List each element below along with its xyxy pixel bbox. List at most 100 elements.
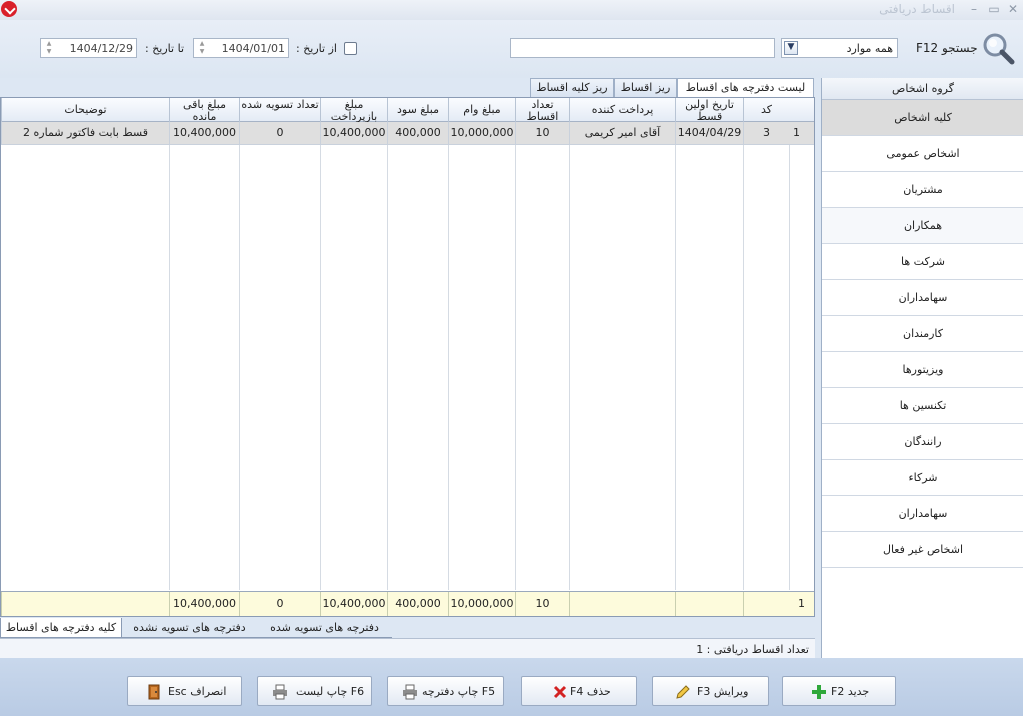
cell-remaining: 10,400,000 bbox=[169, 122, 239, 145]
book-filter-tabs: کلیه دفترچه های اقساط دفترچه های تسویه ن… bbox=[0, 618, 815, 638]
header-repay[interactable]: مبلغ بازپرداخت bbox=[320, 98, 387, 122]
title-bar: اقساط دریافتی – ▭ ✕ bbox=[0, 0, 1023, 20]
maximize-button[interactable]: ▭ bbox=[986, 1, 1002, 17]
sidebar-header: گروه اشخاص bbox=[822, 78, 1023, 100]
from-date-value: 1404/01/01 bbox=[221, 42, 285, 55]
footer-first-date bbox=[675, 592, 743, 616]
sidebar-item-partners[interactable]: شرکاء bbox=[822, 460, 1023, 496]
sidebar-item-all-persons[interactable]: کلیه اشخاص bbox=[822, 100, 1023, 136]
header-remaining[interactable]: مبلغ باقی مانده bbox=[169, 98, 239, 122]
header-count[interactable]: تعداد اقساط bbox=[515, 98, 569, 122]
footer-notes bbox=[1, 592, 169, 616]
close-button[interactable]: ✕ bbox=[1005, 1, 1021, 17]
sidebar-item-colleagues[interactable]: همکاران bbox=[822, 208, 1023, 244]
new-button-label: جدید F2 bbox=[831, 685, 870, 698]
date-filter-checkbox[interactable] bbox=[344, 42, 357, 55]
search-icon[interactable] bbox=[981, 31, 1015, 65]
sidebar-item-employees[interactable]: کارمندان bbox=[822, 316, 1023, 352]
window-title: اقساط دریافتی bbox=[879, 2, 955, 16]
footer-repay: 10,400,000 bbox=[320, 592, 387, 616]
cell-notes: قسط بابت فاکتور شماره 2 bbox=[1, 122, 169, 145]
footer-loan: 10,000,000 bbox=[448, 592, 515, 616]
print-book-button[interactable]: F5 چاپ دفترچه bbox=[387, 676, 504, 706]
person-group-sidebar: گروه اشخاص کلیه اشخاص اشخاص عمومی مشتریا… bbox=[821, 78, 1023, 658]
sidebar-item-visitors[interactable]: ویزیتورها bbox=[822, 352, 1023, 388]
table-row[interactable]: 1 ◀ 3 1404/04/29 آقای امیر کریمی 10 10,0… bbox=[1, 122, 814, 145]
tab-all-installment-details[interactable]: ریز کلیه اقساط bbox=[530, 78, 614, 98]
header-loan[interactable]: مبلغ وام bbox=[448, 98, 515, 122]
sidebar-item-shareholders-2[interactable]: سهامداران bbox=[822, 496, 1023, 532]
tab-unsettled-books[interactable]: دفترچه های تسویه نشده bbox=[122, 618, 257, 638]
search-scope-dropdown[interactable]: همه موارد ▼ bbox=[781, 38, 898, 58]
delete-button-label: حذف F4 bbox=[570, 685, 611, 698]
tab-installment-details[interactable]: ریز اقساط bbox=[614, 78, 677, 98]
pencil-icon bbox=[676, 685, 690, 699]
sidebar-item-drivers[interactable]: رانندگان bbox=[822, 424, 1023, 460]
status-bar: تعداد اقساط دریافتی : 1 bbox=[0, 638, 815, 658]
delete-x-icon bbox=[553, 685, 567, 699]
column-divider bbox=[675, 145, 676, 590]
column-divider bbox=[169, 145, 170, 590]
plus-icon bbox=[812, 685, 826, 699]
chevron-down-icon[interactable]: ▼ bbox=[784, 41, 798, 55]
minimize-button[interactable]: – bbox=[966, 1, 982, 17]
column-divider bbox=[569, 145, 570, 590]
search-label: جستجو F12 bbox=[916, 41, 978, 55]
delete-button[interactable]: حذف F4 bbox=[521, 676, 637, 706]
search-scope-value: همه موارد bbox=[846, 42, 893, 55]
header-code[interactable]: کد bbox=[743, 98, 789, 122]
column-divider bbox=[387, 145, 388, 590]
sidebar-item-technicians[interactable]: تکنسین ها bbox=[822, 388, 1023, 424]
sidebar-item-companies[interactable]: شرکت ها bbox=[822, 244, 1023, 280]
print-book-button-label: F5 چاپ دفترچه bbox=[422, 685, 496, 698]
to-date-value: 1404/12/29 bbox=[69, 42, 133, 55]
search-input[interactable] bbox=[510, 38, 775, 58]
printer-icon bbox=[273, 684, 287, 700]
cancel-button[interactable]: انصراف Esc bbox=[127, 676, 242, 706]
column-divider bbox=[239, 145, 240, 590]
footer-remaining: 10,400,000 bbox=[169, 592, 239, 616]
cancel-button-label: انصراف Esc bbox=[168, 685, 227, 698]
cell-loan: 10,000,000 bbox=[448, 122, 515, 145]
edit-button-label: ویرایش F3 bbox=[697, 685, 749, 698]
tab-settled-books[interactable]: دفترچه های تسویه شده bbox=[257, 618, 392, 638]
column-divider bbox=[448, 145, 449, 590]
sidebar-item-shareholders[interactable]: سهامداران bbox=[822, 280, 1023, 316]
footer-index: 1 bbox=[798, 597, 805, 610]
sidebar-item-general-persons[interactable]: اشخاص عمومی bbox=[822, 136, 1023, 172]
sidebar-item-inactive-persons[interactable]: اشخاص غیر فعال bbox=[822, 532, 1023, 568]
to-date-field[interactable]: ▲ ▼ 1404/12/29 bbox=[40, 38, 137, 58]
header-payer[interactable]: پرداخت کننده bbox=[569, 98, 675, 122]
from-date-field[interactable]: ▲ ▼ 1404/01/01 bbox=[193, 38, 289, 58]
grid-header: کد تاریخ اولین قسط پرداخت کننده تعداد اق… bbox=[1, 98, 814, 122]
app-logo-icon bbox=[1, 1, 17, 17]
edit-button[interactable]: ویرایش F3 bbox=[652, 676, 769, 706]
column-divider bbox=[743, 145, 744, 590]
print-list-button[interactable]: F6 چاپ لیست bbox=[257, 676, 372, 706]
header-indicator bbox=[789, 98, 814, 122]
cell-first-date: 1404/04/29 bbox=[675, 122, 743, 145]
spin-icon[interactable]: ▲ ▼ bbox=[44, 40, 54, 56]
view-tabs: لیست دفترچه های اقساط ریز اقساط ریز کلیه… bbox=[0, 78, 815, 99]
cell-profit: 400,000 bbox=[387, 122, 448, 145]
header-settled[interactable]: تعداد تسویه شده bbox=[239, 98, 320, 122]
installments-grid: کد تاریخ اولین قسط پرداخت کننده تعداد اق… bbox=[0, 97, 815, 617]
installment-count-status: تعداد اقساط دریافتی : 1 bbox=[696, 643, 809, 656]
header-notes[interactable]: توضیحات bbox=[1, 98, 169, 122]
header-profit[interactable]: مبلغ سود bbox=[387, 98, 448, 122]
tab-installment-books[interactable]: لیست دفترچه های اقساط bbox=[677, 78, 814, 99]
column-divider bbox=[515, 145, 516, 590]
row-indicator: 1 ◀ bbox=[789, 122, 814, 145]
footer-profit: 400,000 bbox=[387, 592, 448, 616]
exit-door-icon bbox=[148, 684, 160, 700]
to-date-label: تا تاریخ : bbox=[145, 42, 184, 55]
print-list-button-label: F6 چاپ لیست bbox=[296, 685, 365, 698]
cell-count: 10 bbox=[515, 122, 569, 145]
sidebar-item-customers[interactable]: مشتریان bbox=[822, 172, 1023, 208]
new-button[interactable]: جدید F2 bbox=[782, 676, 896, 706]
tab-all-books[interactable]: کلیه دفترچه های اقساط bbox=[0, 618, 122, 638]
grid-footer-totals: 1 10 10,000,000 400,000 10,400,000 0 10,… bbox=[1, 591, 814, 616]
header-first-date[interactable]: تاریخ اولین قسط bbox=[675, 98, 743, 122]
spin-icon[interactable]: ▲ ▼ bbox=[197, 40, 207, 56]
cell-settled: 0 bbox=[239, 122, 320, 145]
